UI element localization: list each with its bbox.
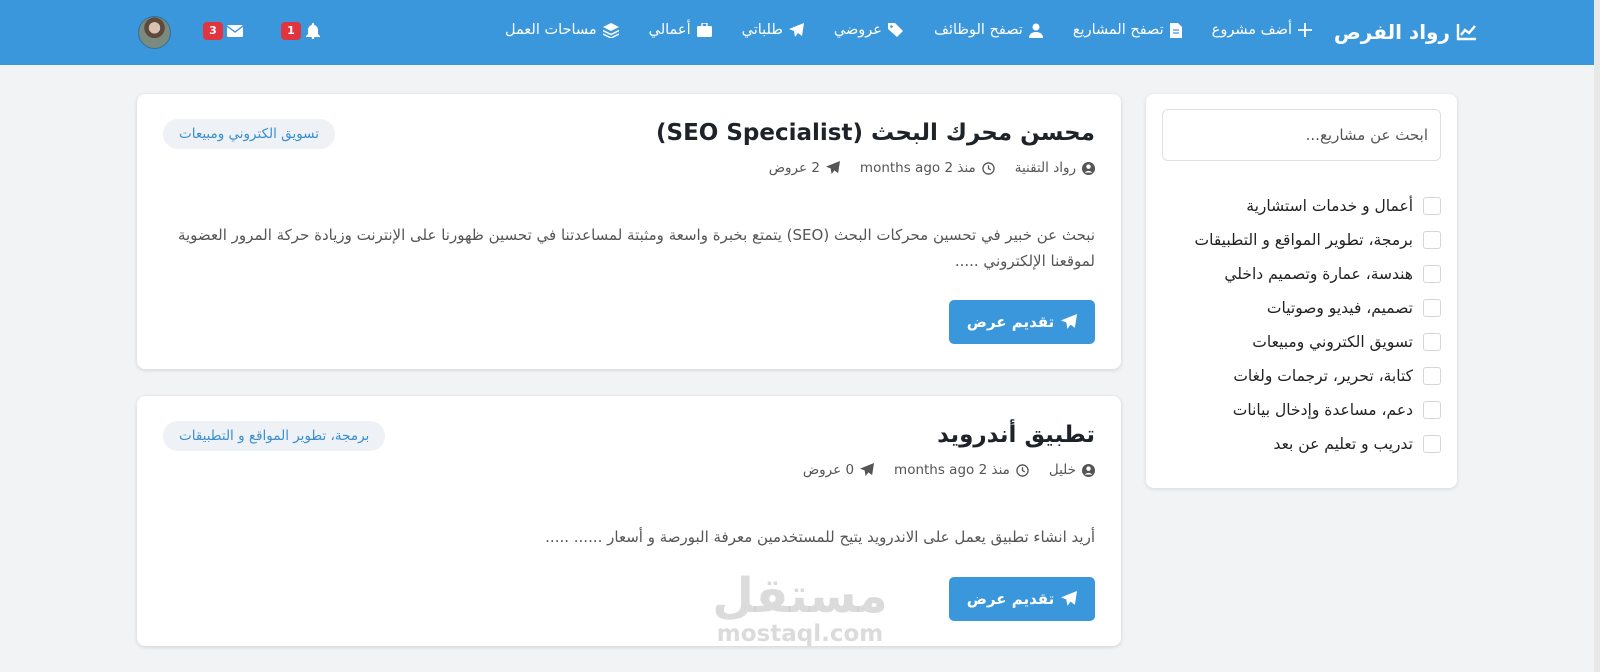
category-filter-item[interactable]: هندسة، عمارة وتصميم داخلي [1195,257,1441,291]
clock-icon [982,161,995,175]
submit-offer-label: تقديم عرض [966,590,1055,608]
project-owner[interactable]: خليل [1049,462,1076,478]
nav-browse-jobs[interactable]: تصفح الوظائف [934,22,1043,38]
nav-label: تصفح المشاريع [1072,22,1164,38]
nav-label: تصفح الوظائف [933,22,1023,38]
brand-name: رواد الفرص [1333,20,1450,44]
briefcase-icon [696,23,712,37]
user-circle-icon [1082,161,1095,175]
user-tie-icon [1028,23,1043,38]
project-owner[interactable]: رواد التقنية [1015,160,1076,176]
project-description: نبحث عن خبير في تحسين محركات البحث (SEO)… [177,226,1095,270]
paper-plane-icon [788,22,804,37]
project-offers-count: 2 عروض [768,160,820,176]
brand-logo[interactable]: رواد الفرص [1334,20,1478,44]
nav-menu: أضف مشروع تصفح المشاريع تصفح الوظائف عرو… [505,22,1312,38]
paper-plane-icon [1061,314,1078,329]
paper-plane-icon [1061,591,1078,606]
category-label: دعم، مساعدة وإدخال بيانات [1232,401,1413,419]
nav-add-project[interactable]: أضف مشروع [1212,22,1312,38]
project-time: منذ 2 months ago [894,462,1010,478]
category-filter-item[interactable]: دعم، مساعدة وإدخال بيانات [1195,393,1441,427]
nav-my-works[interactable]: أعمالي [649,22,712,38]
clock-icon [1016,463,1029,477]
category-label: أعمال و خدمات استشارية [1246,197,1413,215]
category-checkbox[interactable] [1423,435,1441,453]
paper-plane-icon [825,161,840,175]
nav-my-requests[interactable]: طلباتي [742,22,804,38]
submit-offer-button[interactable]: تقديم عرض [949,577,1095,621]
page-scrollbar[interactable] [1594,0,1600,672]
envelope-icon [227,25,243,37]
category-checkbox[interactable] [1423,299,1441,317]
category-filter-item[interactable]: برمجة، تطوير المواقع و التطبيقات [1195,223,1441,257]
bell-icon [306,23,320,39]
nav-my-offers[interactable]: عروضي [834,22,904,38]
nav-label: مساحات العمل [505,22,597,38]
user-circle-icon [1082,463,1095,477]
project-search-input[interactable] [1162,109,1441,161]
project-card: تطبيق أندرويد برمجة، تطوير المواقع و الت… [137,396,1121,646]
filter-sidebar: أعمال و خدمات استشارية برمجة، تطوير المو… [1146,94,1457,488]
category-label: تصميم، فيديو وصوتيات [1266,299,1413,317]
messages-button[interactable]: 3 [203,22,243,40]
nav-browse-projects[interactable]: تصفح المشاريع [1073,22,1182,38]
layers-icon [602,22,619,38]
project-meta: رواد التقنية منذ 2 months ago 2 عروض [769,160,1095,176]
category-checkbox[interactable] [1423,367,1441,385]
category-filter-item[interactable]: كتابة، تحرير، ترجمات ولغات [1195,359,1441,393]
category-filter-list: أعمال و خدمات استشارية برمجة، تطوير المو… [1195,189,1441,461]
category-label: تدريب و تعليم عن بعد [1273,435,1413,453]
category-filter-item[interactable]: أعمال و خدمات استشارية [1195,189,1441,223]
tags-icon [887,23,903,37]
category-checkbox[interactable] [1423,265,1441,283]
messages-badge: 3 [203,22,223,40]
chart-line-icon [1456,24,1476,41]
category-checkbox[interactable] [1423,333,1441,351]
nav-label: طلباتي [741,22,783,38]
category-filter-item[interactable]: تدريب و تعليم عن بعد [1195,427,1441,461]
submit-offer-button[interactable]: تقديم عرض [949,300,1095,344]
project-title[interactable]: تطبيق أندرويد [937,422,1095,448]
nav-workspaces[interactable]: مساحات العمل [505,22,619,38]
category-label: كتابة، تحرير، ترجمات ولغات [1233,367,1413,385]
project-meta: خليل منذ 2 months ago 0 عروض [803,462,1095,478]
category-label: هندسة، عمارة وتصميم داخلي [1224,265,1413,283]
notifications-badge: 1 [281,22,301,40]
project-time: منذ 2 months ago [859,160,976,176]
submit-offer-label: تقديم عرض [966,313,1055,331]
category-checkbox[interactable] [1423,401,1441,419]
category-checkbox[interactable] [1423,231,1441,249]
project-title[interactable]: محسن محرك البحث (SEO Specialist) [656,120,1095,146]
category-checkbox[interactable] [1423,197,1441,215]
project-description: أريد انشاء تطبيق يعمل على الاندرويد يتيح… [545,528,1095,546]
project-category-tag[interactable]: تسويق الكتروني ومبيعات [163,119,335,149]
nav-label: عروضي [833,22,882,38]
category-label: تسويق الكتروني ومبيعات [1252,333,1413,351]
file-icon [1169,22,1182,38]
notifications-button[interactable]: 1 [281,22,321,40]
category-filter-item[interactable]: تصميم، فيديو وصوتيات [1195,291,1441,325]
category-filter-item[interactable]: تسويق الكتروني ومبيعات [1195,325,1441,359]
top-navbar: رواد الفرص أضف مشروع تصفح المشاريع تصفح … [0,0,1600,65]
plus-icon [1298,23,1312,37]
nav-label: أضف مشروع [1211,22,1292,38]
user-avatar[interactable] [138,16,171,49]
category-label: برمجة، تطوير المواقع و التطبيقات [1194,231,1413,249]
paper-plane-icon [860,463,875,477]
project-offers-count: 0 عروض [802,462,855,478]
project-card: محسن محرك البحث (SEO Specialist) تسويق ا… [137,94,1121,369]
project-category-tag[interactable]: برمجة، تطوير المواقع و التطبيقات [163,421,386,451]
nav-label: أعمالي [648,22,691,38]
